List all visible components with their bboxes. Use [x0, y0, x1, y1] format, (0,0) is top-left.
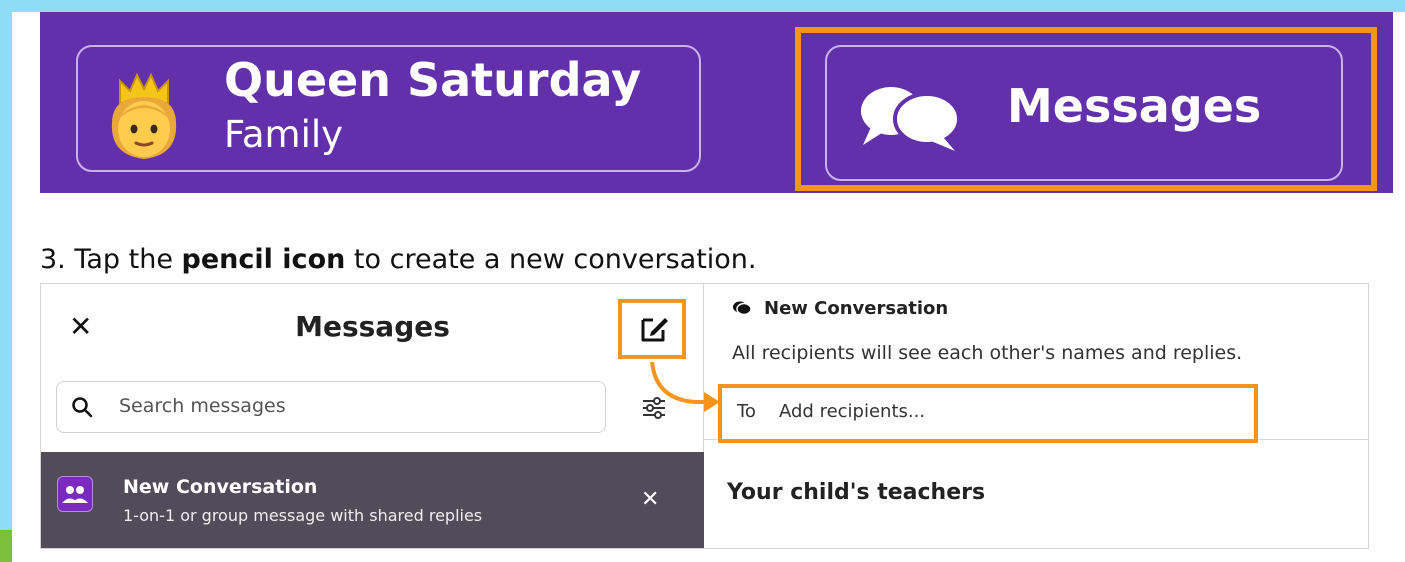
search-icon	[72, 397, 93, 418]
conversation-subtitle: 1-on-1 or group message with shared repl…	[123, 506, 483, 525]
new-conversation-item[interactable]: New Conversation 1-on-1 or group message…	[41, 452, 704, 548]
queen-emoji-icon	[111, 73, 177, 159]
messages-highlight-box	[795, 27, 1377, 191]
step-instruction: 3. Tap the pencil icon to create a new c…	[40, 244, 757, 275]
instruction-suffix: to create a new conversation.	[345, 244, 757, 275]
conversation-title: New Conversation	[123, 476, 318, 498]
profile-name: Queen Saturday	[224, 53, 642, 107]
background-grass	[0, 530, 12, 562]
people-icon	[57, 476, 93, 512]
search-placeholder: Search messages	[119, 395, 286, 417]
background-frame-left	[0, 0, 12, 562]
profile-card[interactable]: Queen Saturday Family	[76, 45, 701, 172]
profile-role: Family	[224, 113, 344, 156]
chat-bubble-icon	[733, 301, 752, 316]
close-conversation-icon[interactable]: ✕	[641, 487, 659, 512]
search-messages-input[interactable]: Search messages	[56, 381, 606, 433]
composer-note: All recipients will see each other's nam…	[732, 342, 1243, 364]
sidebar-title: Messages	[295, 310, 450, 343]
instruction-emphasis: pencil icon	[181, 244, 346, 275]
composer-title: New Conversation	[764, 298, 949, 319]
recipients-highlight-box	[718, 384, 1258, 443]
instruction-prefix: 3. Tap the	[40, 244, 182, 275]
pointer-arrow	[650, 361, 720, 412]
teachers-heading: Your child's teachers	[727, 480, 986, 505]
background-frame-top	[0, 0, 1405, 12]
